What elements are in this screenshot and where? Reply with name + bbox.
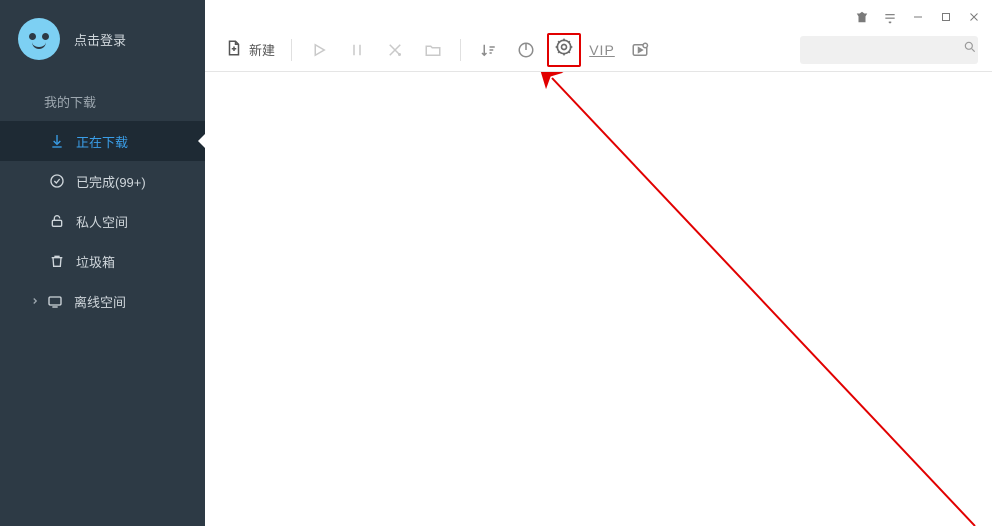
settings-gear-button[interactable]: [547, 33, 581, 67]
sidebar-item-trash[interactable]: 垃圾箱: [0, 241, 205, 281]
sidebar-item-label: 垃圾箱: [76, 252, 115, 271]
sidebar-item-label: 正在下载: [76, 132, 128, 151]
sidebar-item-downloading[interactable]: 正在下载: [0, 121, 205, 161]
search-icon[interactable]: [963, 40, 977, 59]
toolbar: 新建 VIP: [205, 28, 992, 72]
trash-icon: [48, 252, 66, 270]
user-area[interactable]: 点击登录: [0, 0, 205, 74]
pause-button[interactable]: [340, 33, 374, 67]
minimize-icon[interactable]: [910, 9, 926, 25]
close-icon[interactable]: [966, 9, 982, 25]
annotation-arrow: [205, 72, 992, 526]
new-file-icon: [225, 39, 243, 60]
sidebar-item-label: 已完成(99+): [76, 172, 146, 191]
menu-dropdown-icon[interactable]: [882, 9, 898, 25]
section-title-downloads: 我的下载: [0, 74, 205, 121]
maximize-icon[interactable]: [938, 9, 954, 25]
titlebar: [205, 0, 992, 28]
main-area: 新建 VIP: [205, 0, 992, 526]
cloud-device-icon: [46, 292, 64, 310]
vip-button[interactable]: VIP: [585, 33, 619, 67]
sidebar-item-private[interactable]: 私人空间: [0, 201, 205, 241]
avatar[interactable]: [18, 18, 60, 60]
toolbar-divider: [460, 39, 461, 61]
gear-icon: [554, 37, 574, 62]
toolbar-divider: [291, 39, 292, 61]
lock-icon: [48, 212, 66, 230]
sidebar-item-label: 私人空间: [76, 212, 128, 231]
new-task-label: 新建: [249, 40, 275, 59]
login-link[interactable]: 点击登录: [74, 30, 126, 49]
content-area: [205, 72, 992, 526]
check-circle-icon: [48, 172, 66, 190]
search-input[interactable]: [808, 43, 963, 57]
speed-limit-button[interactable]: [509, 33, 543, 67]
play-in-window-button[interactable]: [623, 33, 657, 67]
sort-button[interactable]: [471, 33, 505, 67]
start-button[interactable]: [302, 33, 336, 67]
skin-icon[interactable]: [854, 9, 870, 25]
sidebar-item-completed[interactable]: 已完成(99+): [0, 161, 205, 201]
search-box[interactable]: [800, 36, 978, 64]
chevron-right-icon: [28, 296, 42, 306]
sidebar: 点击登录 我的下载 正在下载 已完成(99+) 私人空间 垃圾箱: [0, 0, 205, 526]
sidebar-item-label: 离线空间: [74, 292, 126, 311]
delete-button[interactable]: [378, 33, 412, 67]
download-arrow-icon: [48, 132, 66, 150]
new-task-button[interactable]: 新建: [219, 33, 281, 67]
open-folder-button[interactable]: [416, 33, 450, 67]
vip-label: VIP: [589, 42, 615, 58]
sidebar-item-offline[interactable]: 离线空间: [0, 281, 205, 321]
